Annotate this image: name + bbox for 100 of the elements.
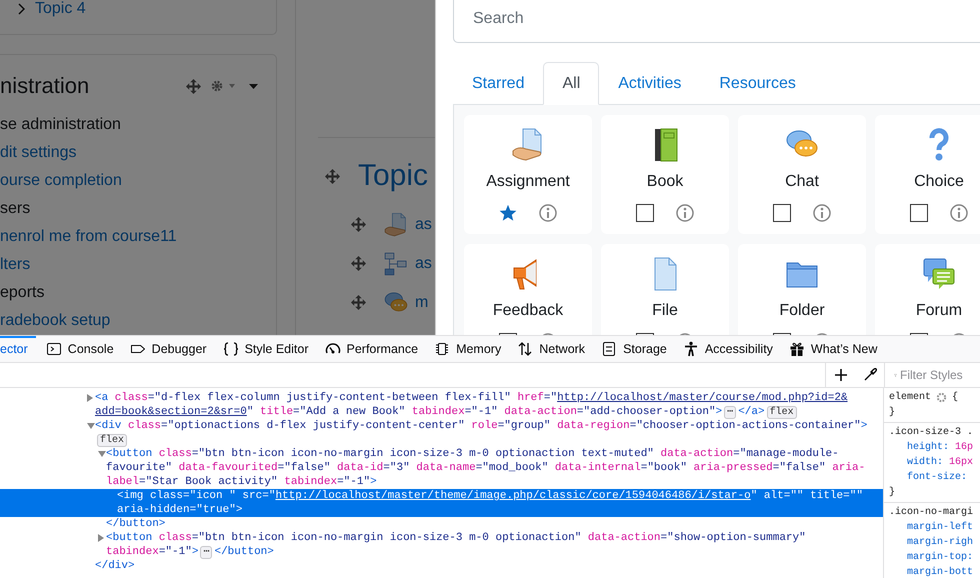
gear-icon[interactable] [211,80,223,92]
module-name: Forum [916,301,962,321]
css-selector: .icon-no-margi [889,506,974,520]
move-icon[interactable] [186,78,201,94]
css-declaration: margin-left [906,520,974,535]
css-brace: { [952,390,958,405]
triangle-right-icon[interactable] [87,394,93,402]
flex-badge[interactable]: flex [766,406,797,418]
code-text: <img class="icon " src="http://localhost/master/theme/image.php/classic/core/1594046486/i/star-o" alt="" title="" [117,489,863,503]
document-hand-icon [383,212,409,238]
devtools-tab[interactable]: ector [0,336,36,362]
filter-field[interactable]: Filter Styles [900,368,980,382]
empty-checkbox-icon[interactable] [636,204,654,222]
menu-heading: eports [0,283,46,303]
module-name: Assignment [486,172,570,192]
devtools-tab[interactable]: Accessibility [674,336,781,362]
code-text: <button class="btn btn-icon icon-no-margin icon-size-3 m-0 optionaction text-muted" data-action="manage-module- [106,447,839,461]
info-icon[interactable] [676,204,694,222]
code-text: </button> [214,545,274,559]
code-text: label="Star Book activity" tabindex="-1"> [106,475,377,489]
devtools-tab[interactable]: Style Editor [214,336,316,362]
move-icon[interactable] [351,217,366,232]
module-card[interactable]: Forum [875,244,980,335]
css-declaration: width: 16px [906,456,974,470]
devtools-tab[interactable]: What’s New [780,336,886,362]
code-text: <button class="btn btn-icon icon-no-margin icon-size-3 m-0 optionaction" data-action="show-option-summary" [106,531,806,545]
css-declaration: margin-righ [906,536,974,550]
storage-icon [601,341,618,357]
devtools-tab[interactable]: Memory [426,336,510,362]
code-text: tabindex="-1"> [106,545,198,559]
triangle-down-icon[interactable] [98,451,106,457]
tab[interactable]: Resources [700,62,815,105]
devtools-tab[interactable]: Network [509,336,594,362]
module-card[interactable]: Chat [738,115,866,234]
code-text: </a> [738,405,765,419]
code-text: </div> [95,559,135,573]
devtools-tab[interactable]: Storage [593,336,675,362]
ellipsis-badge[interactable]: ⋯ [200,546,212,558]
info-icon[interactable] [950,204,968,222]
hierarchy-icon [383,250,409,276]
gift-icon [788,341,805,357]
chip-icon [434,341,450,357]
module-name: Chat [785,172,819,192]
search-field[interactable]: Search [453,0,980,43]
devtools-tab[interactable]: Performance [316,336,426,362]
chevron-right-icon[interactable] [17,3,25,15]
menu-heading: se administration [0,115,122,135]
console-icon [46,341,62,357]
move-icon[interactable] [351,256,366,271]
module-card[interactable]: Choice [875,115,980,234]
module-name: File [652,301,678,321]
css-declaration: height: 16p [906,440,974,455]
info-icon[interactable] [539,204,557,222]
code-text: </button> [106,517,166,531]
star-icon[interactable] [499,204,517,222]
menu-heading: sers [0,199,32,219]
gear-icon[interactable] [936,392,948,403]
css-declaration: margin-bott [906,566,974,578]
up-down-arrows-icon [517,341,534,357]
code-text: favourite" data-favourited="false" data-id="3" data-name="mod_book" data-internal="book" aria-pressed="false" aria- [106,461,866,475]
plus-icon[interactable] [834,368,848,382]
code-text: <a class="d-flex flex-column justify-content-between flex-fill" href="http://localhost/master/course/mod.php?id=2& [95,391,848,405]
module-card[interactable]: Folder [738,244,866,335]
code-text: <div class="optionactions d-flex justify-content-center" role="group" data-region="chooser-option-actions-container"> [95,419,868,433]
ellipsis-badge[interactable]: ⋯ [724,406,736,418]
css-brace: } [889,406,896,420]
module-name: Book [646,172,684,192]
empty-checkbox-icon[interactable] [773,204,791,222]
css-selector: element [889,390,932,405]
devtools-tab[interactable]: Console [38,336,122,362]
move-icon[interactable] [325,168,340,184]
block-title: nistration [0,72,90,100]
module-card[interactable]: Assignment [464,115,592,234]
module-card[interactable]: Feedback [464,244,592,335]
css-selector: .icon-size-3 . [889,426,974,440]
css-declaration: margin-top: [906,550,974,565]
info-icon[interactable] [813,204,831,222]
move-icon[interactable] [351,295,366,310]
css-brace: } [889,486,896,500]
caret-down-icon[interactable] [249,84,258,88]
eyedropper-icon[interactable] [863,368,877,382]
tab[interactable]: Starred [453,62,544,105]
module-card[interactable]: File [601,244,729,335]
braces-icon [222,341,239,357]
code-text: aria-hidden="true"> [117,503,242,517]
flex-badge[interactable]: flex [97,434,128,446]
module-card[interactable]: Book [601,115,729,234]
caret-down-icon [229,84,235,88]
tab[interactable]: All [543,62,600,105]
triangle-right-icon[interactable] [98,534,104,542]
person-icon [682,341,699,357]
module-name: Folder [779,301,825,321]
module-name: Choice [914,172,964,192]
code-text: add=book&section=2&sr=0" title="Add a new Book" tabindex="-1" data-action="add-chooser-option"> [95,405,722,419]
discussion-bubbles-icon [921,256,957,292]
empty-checkbox-icon[interactable] [910,204,928,222]
tab[interactable]: Activities [599,62,700,105]
devtools-tab[interactable]: Debugger [122,336,215,362]
triangle-down-icon[interactable] [87,423,95,429]
css-declaration: font-size: [906,470,968,485]
